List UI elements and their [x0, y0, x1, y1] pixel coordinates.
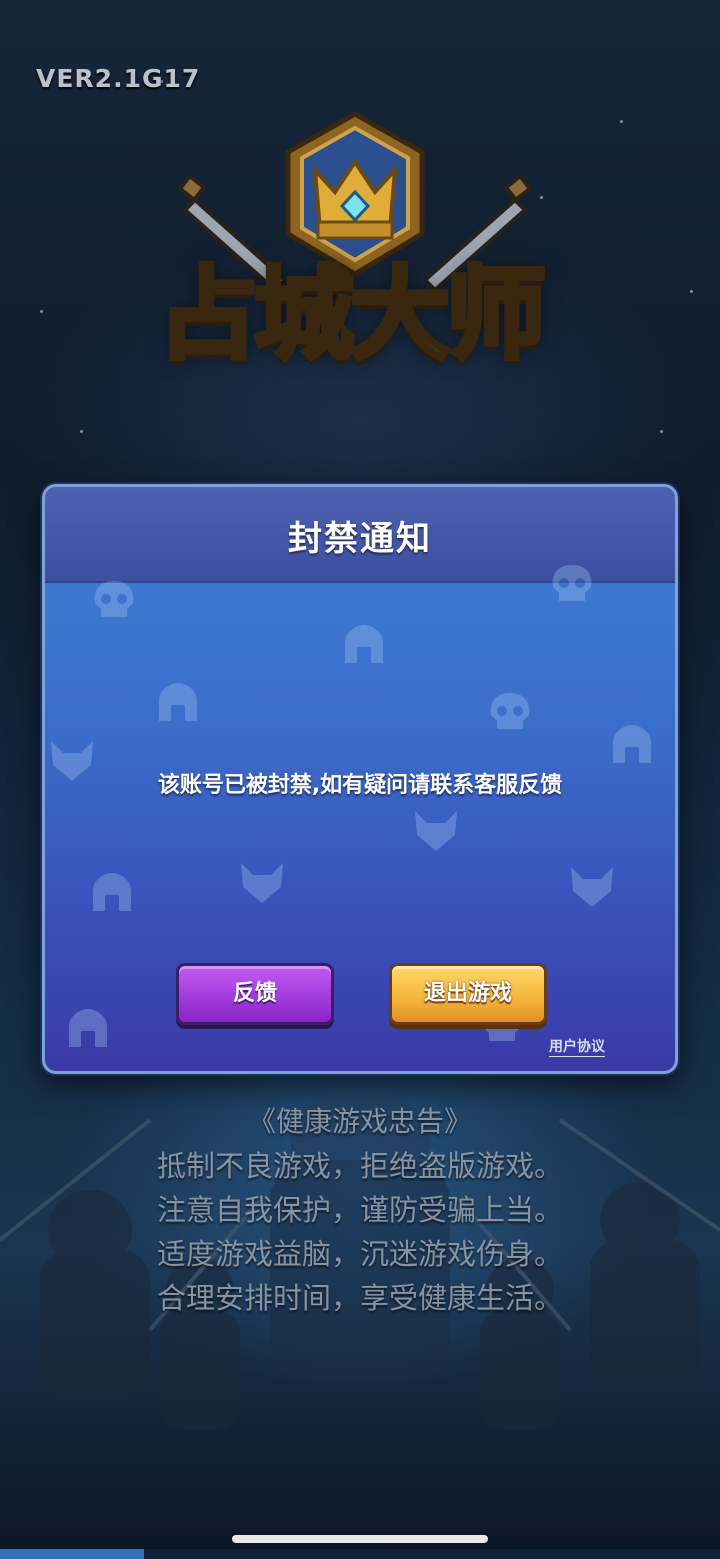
star: [80, 430, 83, 433]
exit-game-button[interactable]: 退出游戏: [389, 963, 547, 1025]
wolf-icon: [415, 811, 457, 851]
health-advice-line: 注意自我保护，谨防受骗上当。: [156, 1193, 563, 1227]
helmet-icon: [159, 683, 197, 721]
ban-message: 该账号已被封禁,如有疑问请联系客服反馈: [157, 773, 563, 798]
skull-icon: [94, 581, 134, 617]
helmet-icon: [69, 1009, 107, 1047]
loading-progress-fill: [0, 1549, 144, 1559]
health-advice-line: 抵制不良游戏，拒绝盗版游戏。: [156, 1149, 563, 1183]
version-label: VER2.1G17: [36, 64, 201, 93]
game-login-screen: VER2.1G17 占城大师 封禁通知 该账号已被封禁,如有疑问请联系客服反馈 …: [0, 0, 720, 1559]
skull-icon: [490, 693, 530, 729]
star: [40, 310, 43, 313]
feedback-button[interactable]: 反馈: [176, 963, 334, 1025]
star: [620, 120, 623, 123]
health-advice-line: 适度游戏益脑，沉迷游戏伤身。: [156, 1237, 563, 1271]
health-advice-line: 合理安排时间，享受健康生活。: [156, 1281, 563, 1315]
loading-progress-bar: [0, 1549, 720, 1559]
star: [660, 430, 663, 433]
helmet-icon: [613, 725, 651, 763]
skull-icon: [552, 565, 592, 601]
wolf-icon: [571, 867, 613, 907]
health-advice-title: 《健康游戏忠告》: [247, 1105, 472, 1138]
game-logo: 占城大师: [115, 110, 585, 410]
wolf-icon: [241, 863, 283, 903]
health-advice: 《健康游戏忠告》 抵制不良游戏，拒绝盗版游戏。 注意自我保护，谨防受骗上当。 适…: [0, 1100, 720, 1320]
logo-title: 占城大师: [156, 254, 549, 376]
helmet-icon: [345, 625, 383, 663]
dialog-title: 封禁通知: [288, 519, 432, 559]
ban-notice-dialog: 封禁通知 该账号已被封禁,如有疑问请联系客服反馈 反馈 退出游戏 用户协议: [42, 484, 678, 1074]
helmet-icon: [93, 873, 131, 911]
star: [690, 290, 693, 293]
home-indicator[interactable]: [232, 1535, 488, 1543]
user-agreement-link[interactable]: 用户协议: [549, 1036, 605, 1057]
